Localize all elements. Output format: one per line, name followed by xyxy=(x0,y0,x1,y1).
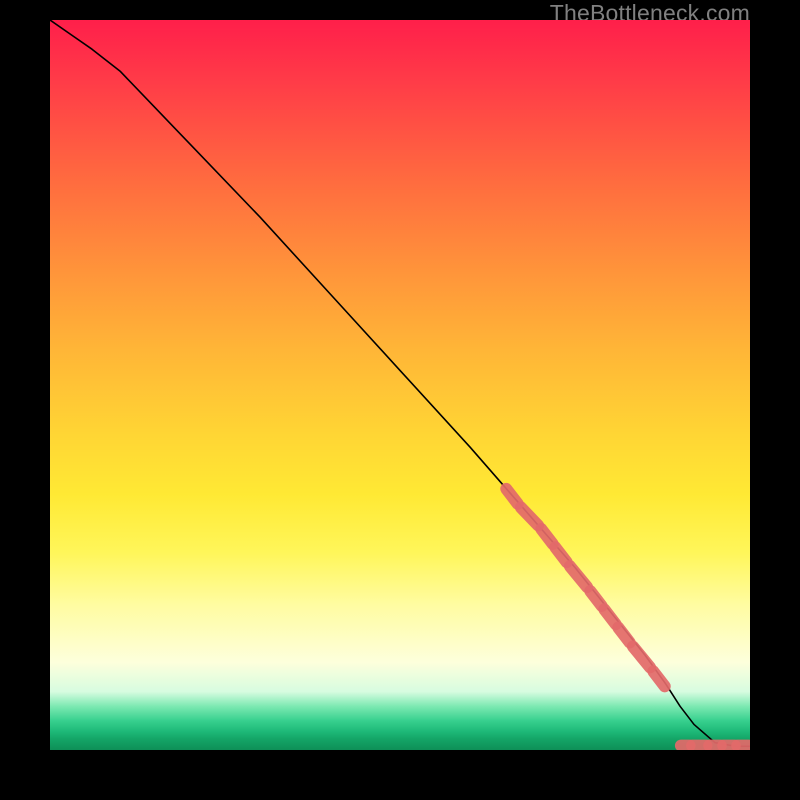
curve-line xyxy=(50,20,750,746)
plot-area xyxy=(50,20,750,750)
highlight-diagonal xyxy=(506,489,664,686)
plot-svg xyxy=(50,20,750,750)
chart-frame: TheBottleneck.com xyxy=(0,0,800,800)
